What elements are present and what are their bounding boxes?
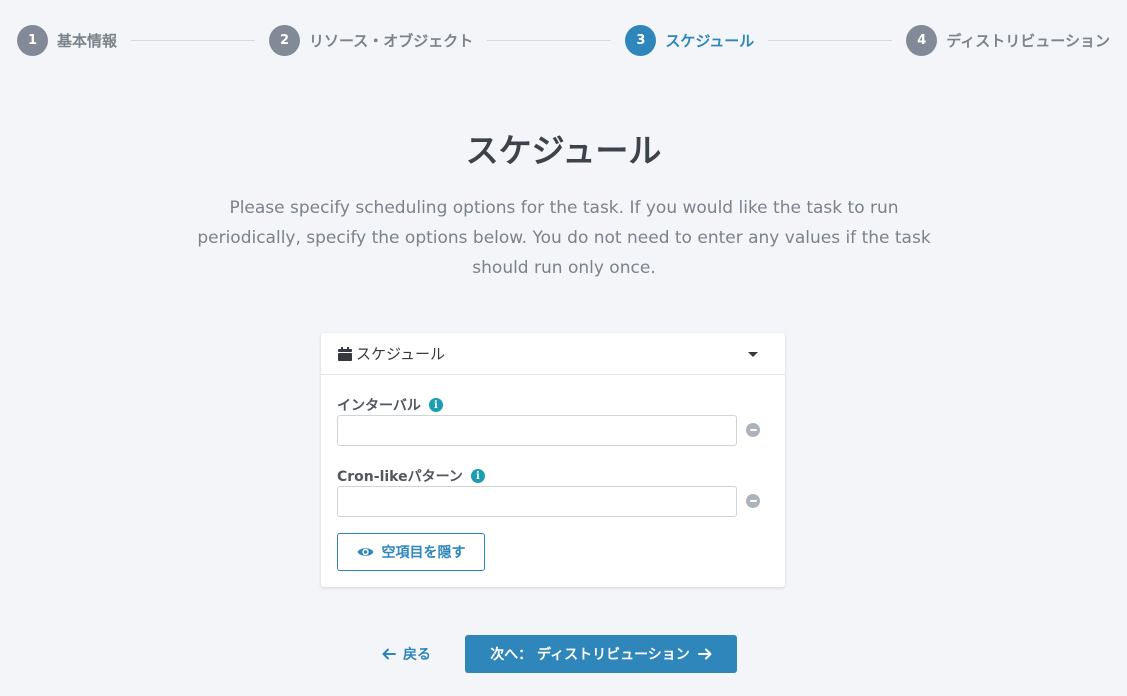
remove-interval-icon[interactable]: [746, 423, 760, 437]
step-connector: [131, 39, 256, 41]
eye-icon: [357, 548, 373, 556]
step-schedule[interactable]: 3 スケジュール: [625, 24, 755, 56]
arrow-left-icon: [382, 648, 396, 660]
wizard-stepper: 1 基本情報 2 リソース・オブジェクト 3 スケジュール 4 ディストリビュー…: [17, 24, 1110, 56]
cron-label-text: Cron-likeパターン: [337, 469, 463, 485]
page-description: Please specify scheduling options for th…: [197, 198, 931, 278]
interval-label-text: インターバル: [337, 398, 421, 414]
remove-cron-icon[interactable]: [746, 494, 760, 508]
cron-input[interactable]: [337, 486, 737, 517]
step-number: 4: [906, 24, 938, 56]
step-label: ディストリビューション: [946, 31, 1110, 50]
schedule-card-header[interactable]: スケジュール: [321, 333, 785, 375]
caret-down-icon[interactable]: [747, 348, 759, 360]
next-button[interactable]: 次へ： ディストリビューション: [465, 635, 737, 673]
step-distribution[interactable]: 4 ディストリビューション: [906, 24, 1110, 56]
next-label: 次へ： ディストリビューション: [490, 647, 690, 663]
step-number: 1: [17, 24, 48, 56]
arrow-right-icon: [697, 648, 712, 660]
step-label: 基本情報: [57, 31, 118, 50]
step-label: リソース・オブジェクト: [309, 31, 474, 50]
step-resource-object[interactable]: 2 リソース・オブジェクト: [269, 24, 474, 56]
schedule-card-title: スケジュール: [356, 345, 445, 363]
step-connector: [487, 39, 612, 41]
interval-input[interactable]: [337, 415, 737, 446]
interval-label: インターバル i: [337, 395, 443, 415]
step-number: 3: [625, 24, 657, 56]
calendar-icon: [338, 346, 352, 361]
cron-label: Cron-likeパターン i: [337, 466, 485, 486]
step-connector: [768, 39, 893, 41]
back-link[interactable]: 戻る: [382, 644, 431, 664]
step-number: 2: [269, 24, 301, 56]
step-label: スケジュール: [665, 31, 755, 50]
hide-empty-fields-label: 空項目を隠す: [381, 545, 466, 561]
back-label: 戻る: [403, 647, 431, 663]
hide-empty-fields-button[interactable]: 空項目を隠す: [337, 533, 485, 571]
info-icon[interactable]: i: [428, 398, 443, 412]
schedule-card: スケジュール インターバル i Cron-likeパターン i 空項目を隠す: [321, 333, 785, 587]
step-basic-info[interactable]: 1 基本情報: [17, 24, 118, 56]
page-title: スケジュール: [465, 131, 662, 170]
info-icon[interactable]: i: [470, 469, 485, 483]
